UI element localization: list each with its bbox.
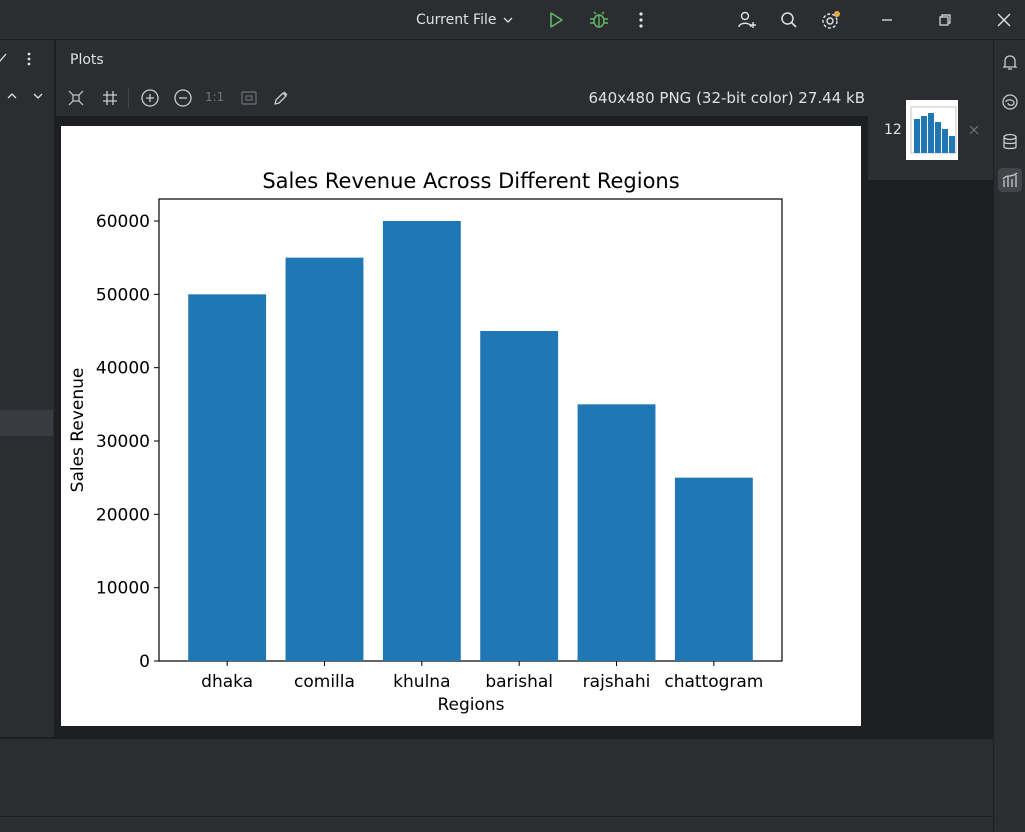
notifications-icon[interactable] <box>998 50 1022 74</box>
more-vertical-icon[interactable] <box>629 8 653 32</box>
left-tool-panel <box>0 40 54 737</box>
bar-chattogram <box>674 477 753 661</box>
y-tick-label: 20000 <box>96 505 150 525</box>
debug-icon[interactable] <box>587 8 611 32</box>
x-tick-label: chattogram <box>664 672 763 692</box>
thumbnail-index: 12 <box>884 122 902 138</box>
run-config-selector[interactable]: Current File <box>408 8 522 32</box>
restore-icon[interactable] <box>933 8 957 32</box>
chevron-up-icon[interactable] <box>6 90 18 102</box>
minimize-icon[interactable] <box>875 8 899 32</box>
plots-tool-window-header: Plots <box>56 40 993 80</box>
database-icon[interactable] <box>998 130 1022 154</box>
image-info: 640x480 PNG (32-bit color) 27.44 kB <box>588 89 866 107</box>
color-picker-icon[interactable] <box>269 86 293 110</box>
y-tick-label: 0 <box>139 652 150 672</box>
selected-list-row[interactable] <box>0 410 53 436</box>
chevron-down-icon[interactable] <box>32 90 44 102</box>
fit-icon[interactable] <box>64 86 88 110</box>
y-tick-label: 60000 <box>96 212 150 232</box>
check-icon[interactable] <box>0 52 8 64</box>
plots-toolbar: 1:1 640x480 PNG (32-bit color) 27.44 kB <box>56 80 868 116</box>
x-axis-label: Regions <box>437 695 504 715</box>
close-thumbnail-icon[interactable] <box>968 124 980 136</box>
toolbar-separator <box>128 88 129 108</box>
run-config-label: Current File <box>416 12 497 28</box>
plot-image: Sales Revenue Across Different Regions d… <box>61 126 861 726</box>
grid-icon[interactable] <box>98 86 122 110</box>
y-tick-label: 40000 <box>96 359 150 379</box>
thumbnail-item[interactable]: 12 <box>868 80 993 180</box>
plots-title: Plots <box>70 52 104 68</box>
bar-comilla <box>285 257 364 661</box>
bar-rajshahi <box>577 404 656 661</box>
right-tool-strip <box>993 40 1025 832</box>
bar-khulna <box>382 221 461 661</box>
bar-barishal <box>480 331 559 661</box>
panel-options-icon[interactable] <box>27 52 31 66</box>
actual-size-icon[interactable]: 1:1 <box>205 90 224 104</box>
run-icon[interactable] <box>544 8 568 32</box>
y-tick-label: 50000 <box>96 285 150 305</box>
x-tick-label: rajshahi <box>583 672 651 692</box>
search-icon[interactable] <box>777 8 801 32</box>
thumbnail-image <box>906 100 958 160</box>
settings-icon[interactable] <box>819 8 843 32</box>
zoom-out-icon[interactable] <box>171 86 195 110</box>
x-tick-label: barishal <box>485 672 553 692</box>
close-icon[interactable] <box>992 8 1016 32</box>
x-tick-label: comilla <box>294 672 355 692</box>
chart-title: Sales Revenue Across Different Regions <box>262 169 679 193</box>
x-tick-label: khulna <box>393 672 450 692</box>
plots-icon[interactable] <box>998 168 1022 192</box>
status-bar <box>0 816 993 832</box>
y-axis-label: Sales Revenue <box>68 368 88 493</box>
x-tick-label: dhaka <box>201 672 253 692</box>
add-user-icon[interactable] <box>735 8 759 32</box>
y-tick-label: 10000 <box>96 579 150 599</box>
fit-zoom-icon[interactable] <box>237 86 261 110</box>
bottom-panel <box>0 738 993 816</box>
zoom-in-icon[interactable] <box>138 86 162 110</box>
bar-dhaka <box>188 294 267 661</box>
ai-assistant-icon[interactable] <box>998 90 1022 114</box>
title-bar: Current File <box>0 0 1025 40</box>
y-tick-label: 30000 <box>96 432 150 452</box>
chevron-down-icon <box>502 14 514 26</box>
bar-chart: Sales Revenue Across Different Regions d… <box>68 169 783 715</box>
